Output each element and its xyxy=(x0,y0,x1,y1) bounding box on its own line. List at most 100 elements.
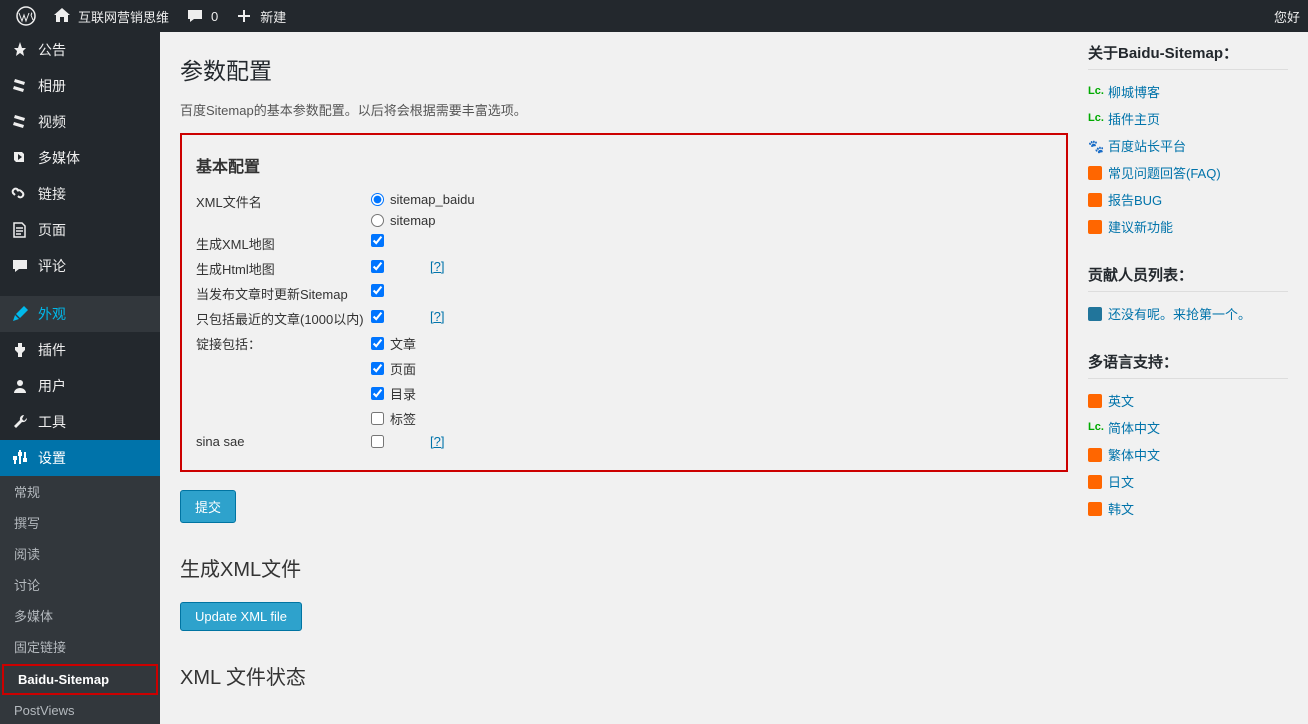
submenu-postviews[interactable]: PostViews xyxy=(0,697,160,724)
new-content[interactable]: 新建 xyxy=(226,0,294,32)
update-xml-button[interactable]: Update XML file xyxy=(180,602,302,631)
pin-icon xyxy=(10,76,30,96)
checkbox-page[interactable]: 页面 xyxy=(371,359,416,378)
contrib-link[interactable]: 还没有呢。来抢第一个。 xyxy=(1108,304,1251,323)
wp-logo[interactable] xyxy=(8,0,44,32)
menu-gallery[interactable]: 相册 xyxy=(0,68,160,104)
xml-status-section: XML 文件状态 xyxy=(180,661,1068,690)
help-gen-html[interactable]: [?] xyxy=(430,259,444,274)
lc-icon: Lc. xyxy=(1088,421,1102,435)
wordpress-icon xyxy=(16,6,36,26)
sidebar-column: 关于Baidu-Sitemap： Lc.柳城博客 Lc.插件主页 🐾百度站长平台… xyxy=(1088,42,1288,710)
media-icon xyxy=(10,148,30,168)
rss-icon xyxy=(1088,166,1102,180)
greeting[interactable]: 您好 xyxy=(1274,7,1300,26)
brush-icon xyxy=(10,304,30,324)
menu-announce[interactable]: 公告 xyxy=(0,32,160,68)
about-link-3[interactable]: 常见问题回答(FAQ) xyxy=(1108,163,1221,182)
menu-appearance[interactable]: 外观 xyxy=(0,296,160,332)
row-gen-html: 生成Html地图 [?] xyxy=(196,256,1052,281)
lc-icon: Lc. xyxy=(1088,112,1102,126)
wrench-icon xyxy=(10,412,30,432)
about-widget: 关于Baidu-Sitemap： Lc.柳城博客 Lc.插件主页 🐾百度站长平台… xyxy=(1088,42,1288,240)
comments-count: 0 xyxy=(211,9,218,24)
menu-settings[interactable]: 设置 xyxy=(0,440,160,476)
admin-bar: 互联网营销思维 0 新建 您好 xyxy=(0,0,1308,32)
link-icon xyxy=(10,184,30,204)
lang-link-3[interactable]: 日文 xyxy=(1108,472,1134,491)
lang-link-2[interactable]: 繁体中文 xyxy=(1108,445,1160,464)
submenu-reading[interactable]: 阅读 xyxy=(0,538,160,569)
checkbox-category[interactable]: 目录 xyxy=(371,384,416,403)
radio-sitemap[interactable]: sitemap xyxy=(371,213,475,228)
checkbox-tag[interactable]: 标签 xyxy=(371,409,416,428)
config-heading: 基本配置 xyxy=(196,153,1052,177)
row-xml-filename: XML文件名 sitemap_baidu sitemap xyxy=(196,189,1052,231)
admin-bar-left: 互联网营销思维 0 新建 xyxy=(8,0,294,32)
row-links: 锭接包括： 文章 页面 目录 标签 xyxy=(196,331,1052,431)
menu-comments[interactable]: 评论 xyxy=(0,248,160,284)
about-link-2[interactable]: 百度站长平台 xyxy=(1108,136,1186,155)
about-link-4[interactable]: 报告BUG xyxy=(1108,190,1162,209)
lang-link-1[interactable]: 简体中文 xyxy=(1108,418,1160,437)
main-column: 参数配置 百度Sitemap的基本参数配置。以后将会根据需要丰富选项。 基本配置… xyxy=(180,42,1068,710)
lang-link-0[interactable]: 英文 xyxy=(1108,391,1134,410)
about-link-0[interactable]: 柳城博客 xyxy=(1108,82,1160,101)
submit-button[interactable]: 提交 xyxy=(180,490,236,523)
row-gen-xml: 生成XML地图 xyxy=(196,231,1052,256)
comment-icon xyxy=(10,256,30,276)
menu-media[interactable]: 多媒体 xyxy=(0,140,160,176)
menu-plugins[interactable]: 插件 xyxy=(0,332,160,368)
about-link-1[interactable]: 插件主页 xyxy=(1108,109,1160,128)
submenu-general[interactable]: 常规 xyxy=(0,476,160,507)
submenu-media[interactable]: 多媒体 xyxy=(0,600,160,631)
rss-icon xyxy=(1088,475,1102,489)
checkbox-on-publish[interactable] xyxy=(371,284,384,297)
rss-icon xyxy=(1088,448,1102,462)
comments-link[interactable]: 0 xyxy=(177,0,226,32)
xml-section-title: 生成XML文件 xyxy=(180,553,1068,582)
lang-widget: 多语言支持： 英文 Lc.简体中文 繁体中文 日文 韩文 xyxy=(1088,351,1288,522)
checkbox-gen-html[interactable] xyxy=(371,260,384,273)
submenu-discussion[interactable]: 讨论 xyxy=(0,569,160,600)
settings-submenu: 常规 撰写 阅读 讨论 多媒体 固定链接 Baidu-Sitemap PostV… xyxy=(0,476,160,724)
submenu-baidu-sitemap[interactable]: Baidu-Sitemap xyxy=(2,664,158,695)
about-link-5[interactable]: 建议新功能 xyxy=(1108,217,1173,236)
menu-tools[interactable]: 工具 xyxy=(0,404,160,440)
row-recent: 只包括最近的文章(1000以内) [?] xyxy=(196,306,1052,331)
menu-video[interactable]: 视频 xyxy=(0,104,160,140)
row-sina: sina sae [?] xyxy=(196,431,1052,452)
settings-icon xyxy=(10,448,30,468)
home-icon xyxy=(52,6,72,26)
help-recent[interactable]: [?] xyxy=(430,309,444,324)
rss-icon xyxy=(1088,502,1102,516)
checkbox-recent[interactable] xyxy=(371,310,384,323)
xml-section: 生成XML文件 Update XML file xyxy=(180,553,1068,631)
xml-status-title: XML 文件状态 xyxy=(180,661,1068,690)
page-desc: 百度Sitemap的基本参数配置。以后将会根据需要丰富选项。 xyxy=(180,100,1068,119)
plus-icon xyxy=(234,6,254,26)
submenu-permalink[interactable]: 固定链接 xyxy=(0,631,160,662)
lang-link-4[interactable]: 韩文 xyxy=(1108,499,1134,518)
site-home[interactable]: 互联网营销思维 xyxy=(44,0,177,32)
menu-links[interactable]: 链接 xyxy=(0,176,160,212)
submenu-writing[interactable]: 撰写 xyxy=(0,507,160,538)
admin-sidebar: 公告 相册 视频 多媒体 链接 页面 评论 外观 插件 用户 工具 设置 常规 … xyxy=(0,32,160,724)
rss-icon xyxy=(1088,220,1102,234)
radio-sitemap-baidu[interactable]: sitemap_baidu xyxy=(371,192,475,207)
plugin-icon xyxy=(10,340,30,360)
page-title: 参数配置 xyxy=(180,52,1068,86)
lc-icon: Lc. xyxy=(1088,85,1102,99)
row-on-publish: 当发布文章时更新Sitemap xyxy=(196,281,1052,306)
checkbox-article[interactable]: 文章 xyxy=(371,334,416,353)
menu-pages[interactable]: 页面 xyxy=(0,212,160,248)
checkbox-gen-xml[interactable] xyxy=(371,234,384,247)
menu-users[interactable]: 用户 xyxy=(0,368,160,404)
comment-icon xyxy=(185,6,205,26)
page-icon xyxy=(10,220,30,240)
help-sina[interactable]: [?] xyxy=(430,434,444,449)
config-box: 基本配置 XML文件名 sitemap_baidu sitemap 生成XML地… xyxy=(180,133,1068,472)
pin-icon xyxy=(10,112,30,132)
xml-filename-label: XML文件名 xyxy=(196,192,371,211)
checkbox-sina[interactable] xyxy=(371,435,384,448)
